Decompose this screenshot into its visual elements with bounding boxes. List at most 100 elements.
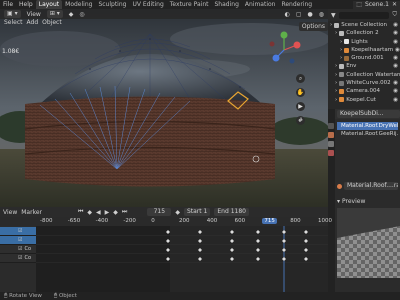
channel-checkbox-icon[interactable]: ☑ — [18, 237, 22, 243]
camera-view-icon[interactable]: ▶ — [296, 102, 305, 111]
material-slot-item[interactable]: Material.Roof.DryWell.Lo — [337, 122, 398, 130]
current-frame-field[interactable]: 715 — [147, 208, 172, 216]
keyframe-diamond[interactable] — [198, 257, 202, 261]
snap-icon[interactable]: ◆ — [69, 11, 74, 18]
visibility-eye-icon[interactable]: ◉ — [393, 79, 400, 87]
xray-icon[interactable]: ▢ — [296, 11, 302, 18]
material-tab-icon[interactable] — [328, 150, 334, 156]
visibility-eye-icon[interactable]: ◉ — [393, 29, 400, 37]
end-frame-field[interactable]: End 1180 — [214, 208, 249, 216]
channel-row[interactable]: ☑ — [0, 227, 36, 236]
tab-uv-editing[interactable]: UV Editing — [129, 0, 166, 9]
keyframe-diamond[interactable] — [282, 248, 286, 252]
outliner-row[interactable]: › Ground.001 ◉ — [328, 54, 400, 62]
menu-select[interactable]: Select — [4, 19, 23, 28]
tab-rendering[interactable]: Rendering — [278, 0, 315, 9]
navigation-gizmo[interactable] — [264, 30, 304, 70]
tab-animation[interactable]: Animation — [242, 0, 279, 9]
channel-row[interactable]: ☑ — [0, 236, 36, 245]
channel-row[interactable]: ☑ Co — [0, 245, 36, 254]
keyframe-diamond[interactable] — [256, 239, 260, 243]
view-menu[interactable]: View — [27, 11, 41, 18]
expand-arrow-icon[interactable]: › — [335, 29, 337, 37]
material-slot-item[interactable]: Material.Roof.GeeRij.l — [337, 130, 398, 138]
visibility-eye-icon[interactable]: ◉ — [393, 54, 400, 62]
keyframe-diamond[interactable] — [166, 230, 170, 234]
visibility-eye-icon[interactable]: ◉ — [395, 46, 400, 54]
visibility-eye-icon[interactable]: ◉ — [393, 38, 400, 46]
tab-texture-paint[interactable]: Texture Paint — [167, 0, 212, 9]
outliner-row[interactable]: › Camera.004 ◉ — [328, 87, 400, 95]
visibility-eye-icon[interactable]: ◉ — [393, 62, 400, 70]
outliner-search-input[interactable] — [338, 11, 390, 19]
channel-checkbox-icon[interactable]: ☑ — [18, 228, 22, 234]
tab-modeling[interactable]: Modeling — [62, 0, 95, 9]
expand-arrow-icon[interactable]: › — [330, 21, 332, 29]
expand-arrow-icon[interactable]: › — [335, 62, 337, 70]
keyframe-diamond[interactable] — [304, 230, 308, 234]
shading-material-icon[interactable]: ◍ — [319, 11, 324, 18]
funnel-icon[interactable]: ⛉ — [392, 11, 397, 19]
timeline-view-menu[interactable]: View — [3, 209, 17, 216]
object-name-field[interactable]: KoepelSubDi... — [337, 110, 400, 118]
keyframe-diamond[interactable] — [198, 239, 202, 243]
outliner-row[interactable]: › Env ◉ — [328, 62, 400, 70]
channel-checkbox-icon[interactable]: ☑ — [18, 246, 22, 252]
keyframe-diamond[interactable] — [256, 248, 260, 252]
preview-section-header[interactable]: ▾ Preview — [337, 198, 398, 205]
outliner-row[interactable]: › Koepel.Cut ◉ — [328, 96, 400, 104]
keyframe-diamond[interactable] — [230, 239, 234, 243]
keyframe-diamond[interactable] — [282, 230, 286, 234]
jump-end-icon[interactable]: ⏭ — [122, 208, 127, 216]
menu-object[interactable]: Object — [42, 19, 62, 28]
menu-add[interactable]: Add — [27, 19, 39, 28]
expand-arrow-icon[interactable]: › — [335, 79, 337, 87]
outliner-row[interactable]: › Collection 2 ◉ — [328, 29, 400, 37]
expand-arrow-icon[interactable]: › — [335, 87, 337, 95]
keyframe-diamond[interactable] — [256, 230, 260, 234]
keyframe-diamond[interactable] — [256, 257, 260, 261]
close-icon[interactable]: ✕ — [392, 1, 397, 8]
outliner-row[interactable]: › Scene Collection ◉ — [328, 21, 400, 29]
overlay-icon[interactable]: ◐ — [285, 11, 290, 18]
prev-keyframe-icon[interactable]: ◆ — [87, 209, 92, 216]
play-icon[interactable]: ▶ — [105, 209, 110, 216]
jump-start-icon[interactable]: ⏮ — [78, 208, 83, 216]
keyframe-diamond[interactable] — [282, 257, 286, 261]
visibility-eye-icon[interactable]: ◉ — [393, 21, 400, 29]
pan-hand-icon[interactable]: ✋ — [296, 88, 305, 97]
keyframe-diamond[interactable] — [304, 248, 308, 252]
frame-ruler[interactable]: -800 -650 -400 -200 0 200 400 600 715 800 1000 — [0, 217, 332, 226]
tab-layout[interactable]: Layout — [35, 0, 63, 9]
material-name-field[interactable]: Material.Roof....rames — [344, 182, 398, 190]
output-tab-icon[interactable] — [328, 141, 334, 147]
expand-arrow-icon[interactable]: › — [335, 96, 337, 104]
menu-file[interactable]: File — [0, 1, 16, 8]
outliner-row[interactable]: › Koepelhaartam ◉ — [328, 46, 400, 54]
expand-arrow-icon[interactable]: › — [340, 54, 342, 62]
expand-arrow-icon[interactable]: › — [340, 46, 342, 54]
tab-shading[interactable]: Shading — [212, 0, 242, 9]
visibility-eye-icon[interactable]: ◉ — [393, 96, 400, 104]
outliner-row[interactable]: › Lights ◉ — [328, 38, 400, 46]
mode-selector[interactable]: ▣ ▾ — [4, 10, 21, 18]
keyframe-icon[interactable]: ◆ — [175, 209, 180, 216]
zoom-icon[interactable]: ⌕ — [296, 74, 305, 83]
visibility-eye-icon[interactable]: ◉ — [393, 87, 400, 95]
grid-view-icon[interactable]: # — [296, 116, 305, 125]
tab-sculpting[interactable]: Sculpting — [95, 0, 129, 9]
menu-help[interactable]: Help — [16, 1, 36, 8]
keyframe-diamond[interactable] — [230, 257, 234, 261]
render-tab-icon[interactable] — [328, 132, 334, 138]
shading-solid-icon[interactable]: ● — [308, 11, 313, 18]
keyframe-diamond[interactable] — [230, 230, 234, 234]
scene-selector[interactable]: ⬚ Scene.1 ✕ — [353, 0, 400, 9]
expand-arrow-icon[interactable]: › — [340, 38, 342, 46]
keyframe-diamond[interactable] — [304, 239, 308, 243]
proportional-edit-icon[interactable]: ◎ — [79, 11, 84, 18]
channel-row[interactable]: ☑ Co — [0, 254, 36, 263]
keyframe-diamond[interactable] — [198, 248, 202, 252]
keyframe-diamond[interactable] — [166, 239, 170, 243]
keyframe-diamond[interactable] — [230, 248, 234, 252]
outliner-row[interactable]: ›Collection Watertanken◉ — [328, 71, 400, 79]
